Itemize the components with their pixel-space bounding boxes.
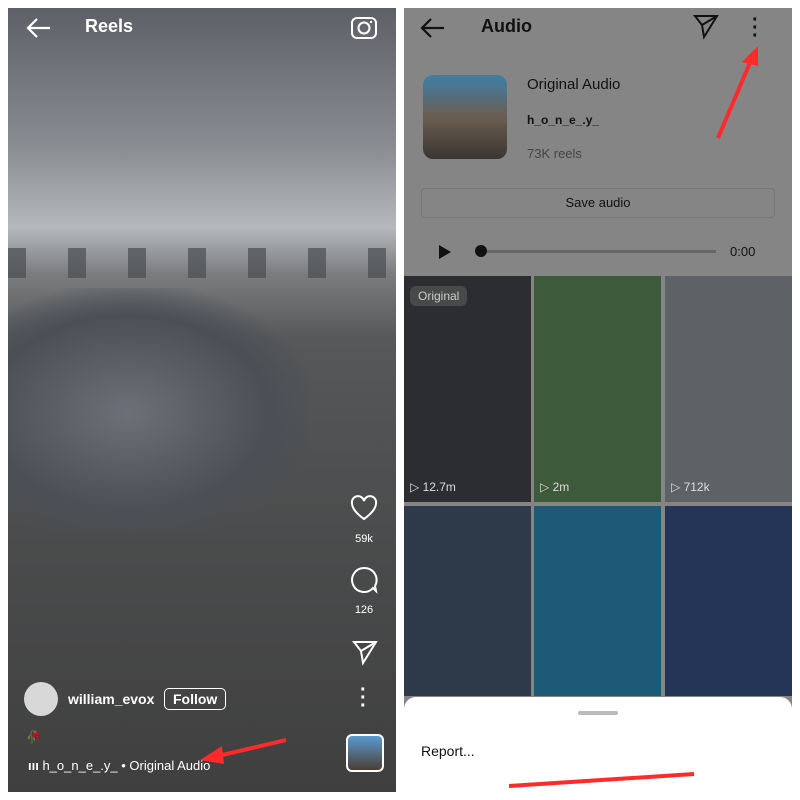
audio-bars-icon: ııı	[28, 758, 43, 773]
page-title: Reels	[85, 16, 134, 36]
save-audio-button[interactable]: Save audio	[421, 188, 775, 218]
bottom-sheet: Report...	[404, 697, 792, 792]
more-options-icon[interactable]: · · ·	[360, 680, 367, 716]
audio-artist[interactable]: h_o_n_e_.y_	[527, 113, 599, 127]
view-count: ▷ 2m	[540, 480, 570, 494]
audio-progress-track[interactable]	[482, 250, 716, 253]
like-heart-icon[interactable]	[349, 494, 379, 522]
audio-link[interactable]: ııı h_o_n_e_.y_ • Original Audio	[28, 758, 210, 773]
view-count: ▷ 712k	[671, 480, 710, 494]
audio-panel: Audio · · · Original Audio h_o_n_e_.y_ 73K…	[404, 8, 792, 792]
reel-tile[interactable]: Original ▷ 12.7m	[404, 276, 531, 502]
reels-count: 73K reels	[527, 146, 582, 161]
audio-text: h_o_n_e_.y_ • Original Audio	[42, 758, 211, 773]
reel-tile[interactable]: ▷ 2m	[534, 276, 661, 502]
comment-icon[interactable]	[349, 565, 379, 595]
annotation-arrow	[200, 738, 287, 764]
audio-cover	[423, 75, 507, 159]
share-send-icon[interactable]	[351, 638, 379, 666]
reel-tile[interactable]	[534, 506, 661, 696]
follow-button[interactable]: Follow	[164, 688, 227, 710]
author-avatar[interactable]	[24, 682, 58, 716]
author-username[interactable]: william_evox	[68, 691, 154, 707]
original-badge: Original	[410, 286, 468, 306]
back-arrow-icon[interactable]	[24, 16, 52, 40]
page-title: Audio	[481, 16, 532, 36]
reel-tile[interactable]	[665, 506, 792, 696]
audio-time: 0:00	[730, 244, 756, 259]
audio-title: Original Audio	[527, 76, 621, 93]
audio-progress-handle[interactable]	[475, 245, 487, 257]
sheet-handle[interactable]	[578, 711, 618, 715]
annotation-arrow	[716, 46, 758, 139]
comments-count: 126	[354, 604, 374, 616]
reels-panel: Reels 59k 126 william_evox Follow · · · 🥀 …	[8, 8, 396, 792]
camera-icon[interactable]	[349, 12, 379, 42]
audio-thumbnail[interactable]	[346, 734, 384, 772]
reel-tile[interactable]: ▷ 712k	[665, 276, 792, 502]
more-options-icon[interactable]: · · ·	[752, 10, 759, 46]
background-bridge	[8, 248, 396, 278]
back-arrow-icon[interactable]	[418, 16, 446, 40]
play-icon[interactable]	[438, 244, 452, 260]
view-count: ▷ 12.7m	[410, 480, 456, 494]
likes-count: 59k	[355, 533, 373, 545]
rose-emoji-icon: 🥀	[26, 730, 41, 744]
report-menu-item[interactable]: Report...	[421, 743, 475, 759]
video-frame	[8, 288, 308, 538]
annotation-arrow	[508, 772, 695, 788]
share-send-icon[interactable]	[692, 12, 720, 40]
reel-tile[interactable]	[404, 506, 531, 696]
